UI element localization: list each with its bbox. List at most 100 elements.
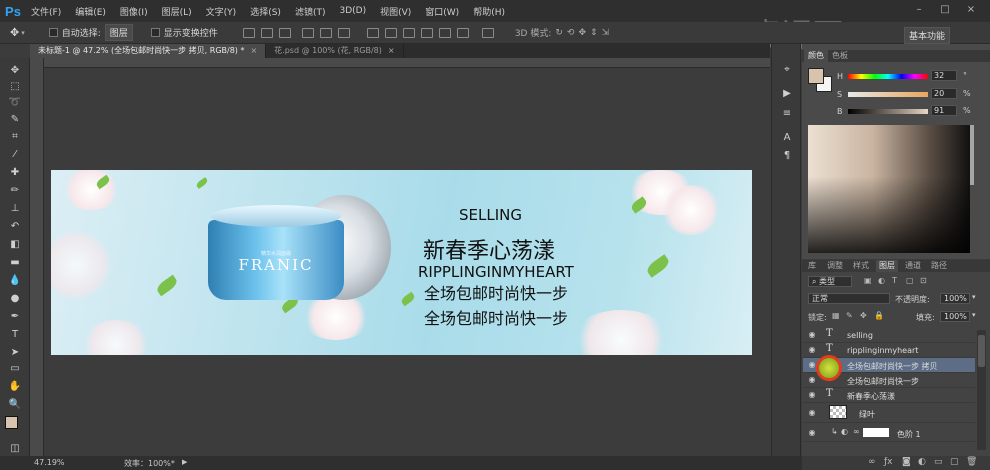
align-hcenter-icon[interactable]: [319, 27, 332, 38]
dodge-tool-icon[interactable]: ●: [7, 292, 23, 306]
eye-icon[interactable]: ◉: [807, 345, 817, 355]
character-panel-icon[interactable]: A: [780, 132, 794, 144]
distribute-hcenter-icon[interactable]: [438, 27, 451, 38]
lasso-tool-icon[interactable]: ➰: [7, 96, 23, 110]
type-tool-icon[interactable]: T: [7, 328, 23, 342]
history-brush-tool-icon[interactable]: ↶: [7, 220, 23, 234]
foreground-color-swatch[interactable]: [5, 416, 18, 429]
layer-style-icon[interactable]: ƒx: [884, 457, 893, 467]
tab-untitled-1[interactable]: 未标题-1 @ 47.2% (全场包邮时尚快一步 拷贝, RGB/8) * ×: [30, 44, 267, 58]
opacity-field[interactable]: 100%: [940, 293, 970, 304]
lock-transparent-icon[interactable]: ▦: [832, 311, 840, 320]
menu-view[interactable]: 视图(V): [373, 5, 418, 18]
new-layer-icon[interactable]: ▢: [950, 457, 959, 467]
chevron-down-icon[interactable]: ▾: [21, 29, 25, 37]
close-window-button[interactable]: ×: [962, 4, 980, 16]
menu-image[interactable]: 图像(I): [113, 5, 155, 18]
horizontal-ruler[interactable]: [44, 58, 770, 68]
chevron-down-icon[interactable]: ▾: [972, 311, 976, 319]
align-right-icon[interactable]: [337, 27, 350, 38]
menu-3d[interactable]: 3D(D): [332, 6, 373, 16]
hue-slider[interactable]: [848, 74, 928, 79]
close-icon[interactable]: ×: [388, 46, 395, 55]
menu-edit[interactable]: 编辑(E): [68, 5, 113, 18]
menu-layer[interactable]: 图层(L): [155, 5, 199, 18]
distribute-right-icon[interactable]: [456, 27, 469, 38]
zoom-level[interactable]: 47.19%: [34, 458, 65, 467]
new-adjustment-icon[interactable]: ◐: [918, 457, 926, 467]
pen-tool-icon[interactable]: ✒: [7, 310, 23, 324]
canvas-document[interactable]: 精华水润面霜 FRANIC SELLING 新春季心荡漾 RIPPLINGINM…: [51, 170, 752, 355]
distribute-top-icon[interactable]: [366, 27, 379, 38]
move-tool-icon[interactable]: ✥: [10, 26, 19, 39]
menu-type[interactable]: 文字(Y): [199, 5, 244, 18]
auto-align-icon[interactable]: [481, 27, 494, 38]
clone-stamp-tool-icon[interactable]: ⊥: [7, 202, 23, 216]
new-group-icon[interactable]: ▭: [934, 457, 943, 467]
eye-icon[interactable]: ◉: [807, 390, 817, 400]
auto-select-checkbox[interactable]: [48, 28, 58, 37]
filter-smart-object-icon[interactable]: ⊡: [920, 276, 927, 285]
quick-select-tool-icon[interactable]: ✎: [7, 113, 23, 127]
color-ramp[interactable]: [808, 125, 970, 253]
layer-kind-filter[interactable]: ⌕ 类型: [808, 276, 852, 287]
eraser-tool-icon[interactable]: ◧: [7, 238, 23, 252]
delete-layer-icon[interactable]: 🗑: [966, 457, 977, 467]
lock-position-icon[interactable]: ✥: [860, 311, 867, 320]
filter-pixel-icon[interactable]: ▣: [864, 276, 872, 285]
menu-file[interactable]: 文件(F): [24, 5, 68, 18]
maximize-button[interactable]: □: [936, 4, 954, 16]
tab-paths[interactable]: 路径: [928, 260, 950, 272]
eye-icon[interactable]: ◉: [807, 375, 817, 385]
blend-mode-dropdown[interactable]: 正常: [808, 293, 890, 304]
filter-type-icon[interactable]: T: [892, 276, 897, 285]
chevron-down-icon[interactable]: ▾: [972, 293, 976, 301]
roll-3d-icon[interactable]: ⟲: [567, 28, 575, 38]
brush-tool-icon[interactable]: ✏: [7, 184, 23, 198]
align-top-icon[interactable]: [242, 27, 255, 38]
brightness-slider[interactable]: [848, 109, 928, 114]
crop-tool-icon[interactable]: ⌗: [7, 130, 23, 144]
orbit-3d-icon[interactable]: ↻: [555, 28, 563, 38]
lock-all-icon[interactable]: 🔒: [874, 311, 884, 320]
link-layers-icon[interactable]: ∞: [868, 457, 876, 467]
path-select-tool-icon[interactable]: ➤: [7, 346, 23, 360]
eye-icon[interactable]: ◉: [807, 408, 817, 418]
history-panel-icon[interactable]: ⌖: [780, 64, 794, 76]
tab-styles[interactable]: 样式: [850, 260, 872, 272]
healing-brush-tool-icon[interactable]: ✚: [7, 166, 23, 180]
layer-row[interactable]: ◉ T selling: [803, 328, 975, 343]
eyedropper-tool-icon[interactable]: ⁄: [7, 148, 23, 162]
layers-scroll-thumb[interactable]: [978, 335, 985, 367]
saturation-slider[interactable]: [848, 92, 928, 97]
workspace-dropdown[interactable]: 基本功能: [904, 27, 951, 44]
blur-tool-icon[interactable]: 💧: [7, 274, 23, 288]
align-left-icon[interactable]: [301, 27, 314, 38]
chevron-right-icon[interactable]: ▶: [182, 458, 187, 466]
quick-mask-icon[interactable]: ◫: [7, 442, 23, 456]
actions-panel-icon[interactable]: ▶: [780, 88, 794, 100]
brightness-value-field[interactable]: 91: [931, 105, 957, 116]
marquee-tool-icon[interactable]: ⬚: [7, 80, 23, 94]
tab-swatches[interactable]: 色板: [828, 50, 852, 62]
hue-value-field[interactable]: 32: [931, 70, 957, 81]
align-vcenter-icon[interactable]: [260, 27, 273, 38]
slide-3d-icon[interactable]: ⇕: [590, 28, 598, 38]
lock-pixels-icon[interactable]: ✎: [846, 311, 853, 320]
foreground-color-swatch[interactable]: [808, 68, 824, 84]
show-transform-checkbox[interactable]: [150, 28, 160, 37]
fill-field[interactable]: 100%: [940, 311, 970, 322]
layer-row[interactable]: ◉ ↳ ◐ ∞ 色阶 1: [803, 424, 975, 442]
eye-icon[interactable]: ◉: [807, 330, 817, 340]
menu-window[interactable]: 窗口(W): [418, 5, 466, 18]
paragraph-panel-icon[interactable]: ¶: [780, 150, 794, 162]
vertical-ruler[interactable]: [30, 58, 44, 456]
layer-row[interactable]: ◉ 绿叶: [803, 403, 975, 423]
align-bottom-icon[interactable]: [278, 27, 291, 38]
layer-row[interactable]: ◉ T 新春季心荡漾: [803, 388, 975, 403]
distribute-left-icon[interactable]: [420, 27, 433, 38]
tab-adjustments[interactable]: 调整: [824, 260, 846, 272]
minimize-button[interactable]: –: [910, 4, 928, 16]
tab-channels[interactable]: 通道: [902, 260, 924, 272]
rectangle-tool-icon[interactable]: ▭: [7, 362, 23, 376]
